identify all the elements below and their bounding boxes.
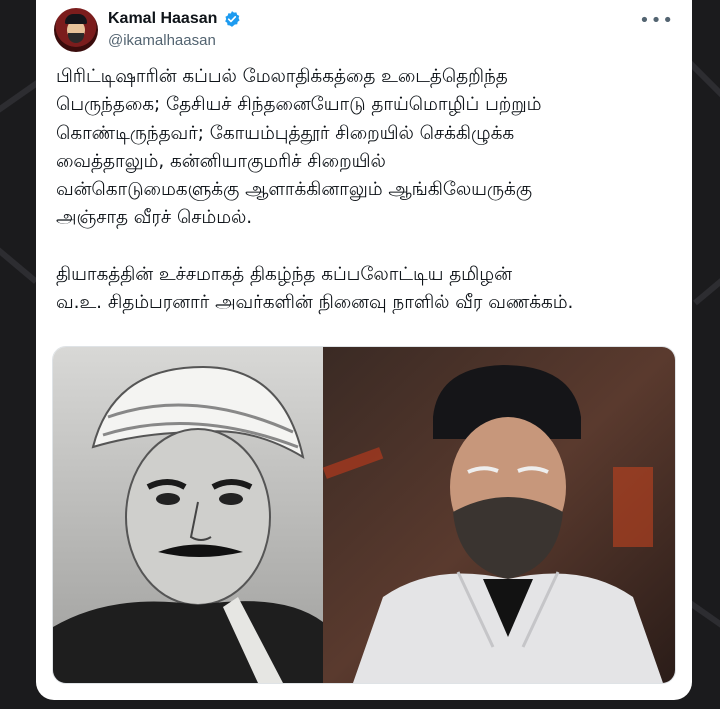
media-image (53, 347, 675, 683)
text-line: கொண்டிருந்தவர்; கோயம்புத்தூர் சிறையில் ச… (56, 122, 515, 144)
tweet-media[interactable] (52, 346, 676, 684)
more-options-icon[interactable]: ••• (639, 10, 674, 31)
portrait-left (53, 347, 323, 683)
portrait-right (322, 347, 675, 683)
text-line: தியாகத்தின் உச்சமாகத் திகழ்ந்த கப்பலோட்ட… (56, 263, 512, 285)
author-row: Kamal Haasan (108, 10, 241, 28)
tweet-card: Kamal Haasan @ikamalhaasan ••• பிரிட்டிஷ… (36, 0, 692, 700)
text-line: பிரிட்டிஷாரின் கப்பல் மேலாதிக்கத்தை உடைத… (56, 66, 508, 87)
author-handle[interactable]: @ikamalhaasan (108, 32, 216, 49)
text-line: வைத்தாலும், கன்னியாகுமரிச் சிறையில் (56, 150, 386, 172)
verified-badge-icon (225, 11, 240, 27)
text-line: வ.உ. சிதம்பரனார் அவர்களின் நினைவு நாளில்… (56, 292, 574, 314)
text-line: பெருந்தகை; தேசியச் சிந்தனையோடு தாய்மொழிப… (56, 94, 542, 116)
text-line: வன்கொடுமைகளுக்கு ஆளாக்கினாலும் ஆங்கிலேயர… (56, 179, 532, 201)
author-name[interactable]: Kamal Haasan (108, 10, 217, 28)
text-line: அஞ்சாத வீரச் செம்மல். (56, 207, 253, 229)
avatar[interactable] (54, 8, 98, 52)
tweet-text: பிரிட்டிஷாரின் கப்பல் மேலாதிக்கத்தை உடைத… (56, 63, 686, 317)
